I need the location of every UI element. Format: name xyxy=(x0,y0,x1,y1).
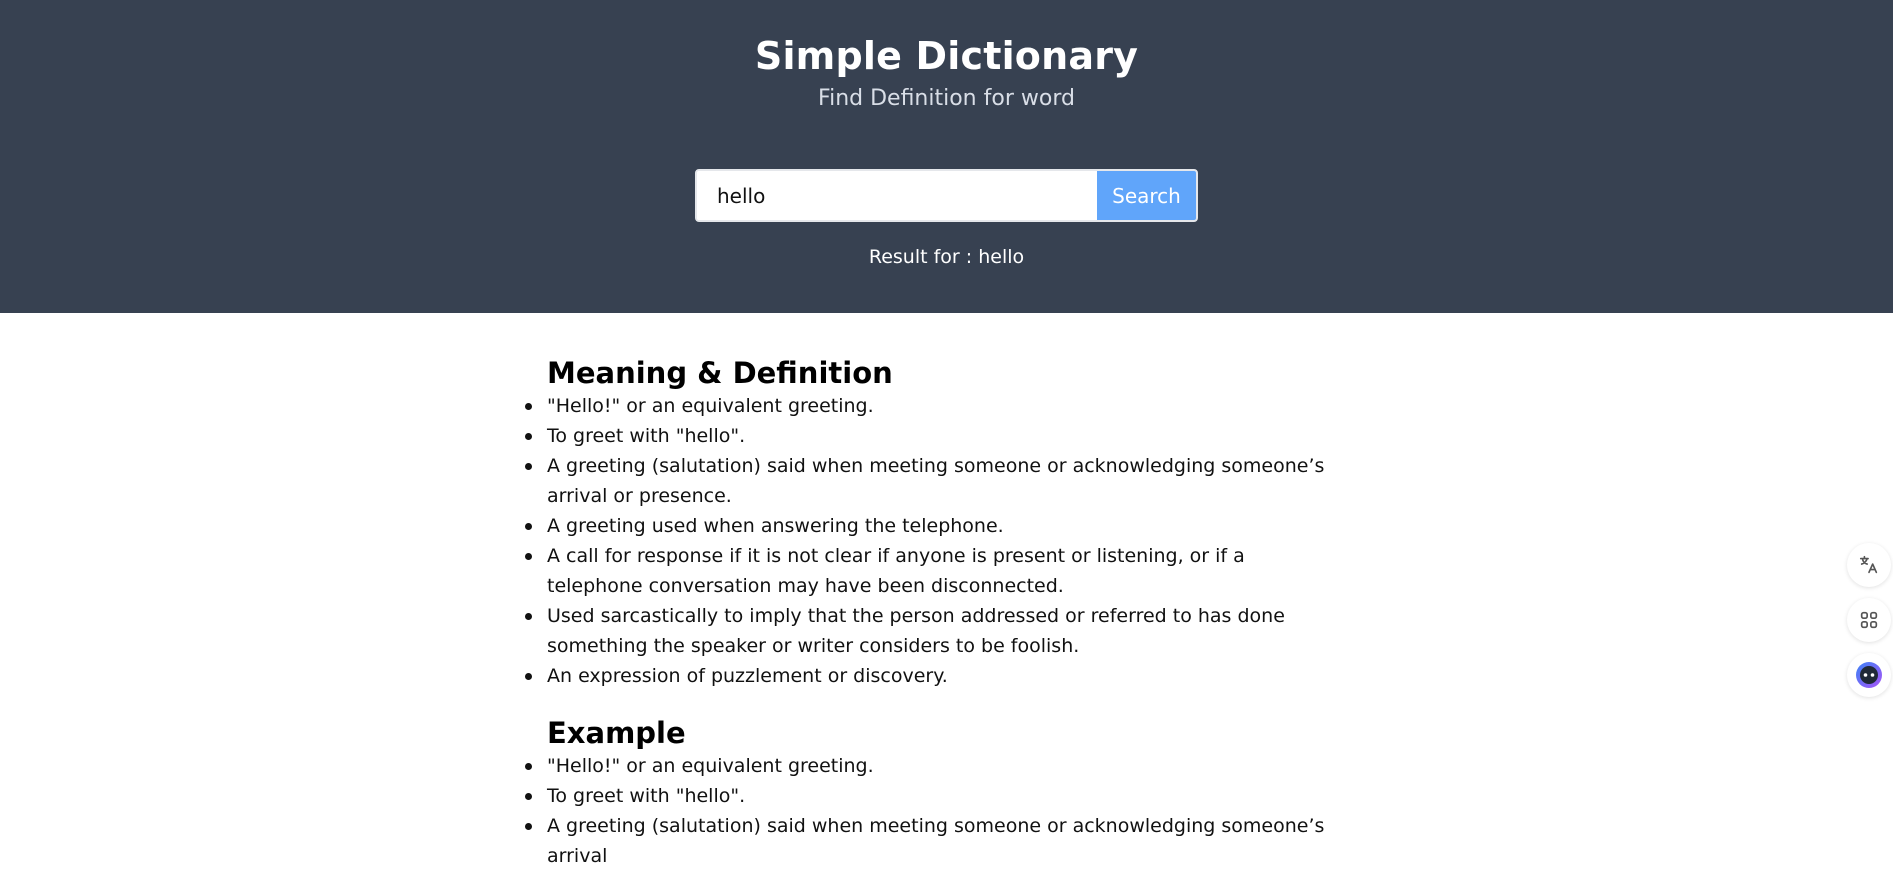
list-item: A greeting used when answering the telep… xyxy=(525,511,1337,541)
example-list: "Hello!" or an equivalent greeting. To g… xyxy=(525,751,1337,871)
list-item: A greeting (salutation) said when meetin… xyxy=(525,811,1337,871)
list-item: To greet with "hello". xyxy=(525,781,1337,811)
meaning-list: "Hello!" or an equivalent greeting. To g… xyxy=(525,391,1337,691)
search-form: Search xyxy=(695,169,1198,222)
list-item: "Hello!" or an equivalent greeting. xyxy=(525,751,1337,781)
floating-toolbar xyxy=(1843,543,1893,708)
apps-grid-icon[interactable] xyxy=(1847,598,1891,642)
list-item: "Hello!" or an equivalent greeting. xyxy=(525,391,1337,421)
results-content: Meaning & Definition "Hello!" or an equi… xyxy=(0,313,1893,871)
list-item: Used sarcastically to imply that the per… xyxy=(525,601,1337,661)
header: Simple Dictionary Find Definition for wo… xyxy=(0,0,1893,313)
list-item: To greet with "hello". xyxy=(525,421,1337,451)
list-item: A call for response if it is not clear i… xyxy=(525,541,1337,601)
example-heading: Example xyxy=(547,716,686,750)
result-label: Result for : hello xyxy=(868,246,1025,268)
search-input[interactable] xyxy=(697,171,1097,220)
meaning-heading: Meaning & Definition xyxy=(547,356,893,390)
meaning-section: Meaning & Definition "Hello!" or an equi… xyxy=(525,313,1337,691)
page-subtitle: Find Definition for word xyxy=(818,86,1075,111)
search-button[interactable]: Search xyxy=(1097,171,1196,220)
assistant-icon[interactable] xyxy=(1847,653,1891,697)
page-title: Simple Dictionary xyxy=(754,34,1139,78)
list-item: An expression of puzzlement or discovery… xyxy=(525,661,1337,691)
example-section: Example "Hello!" or an equivalent greeti… xyxy=(525,691,1337,871)
translate-icon[interactable] xyxy=(1847,543,1891,587)
list-item: A greeting (salutation) said when meetin… xyxy=(525,451,1337,511)
